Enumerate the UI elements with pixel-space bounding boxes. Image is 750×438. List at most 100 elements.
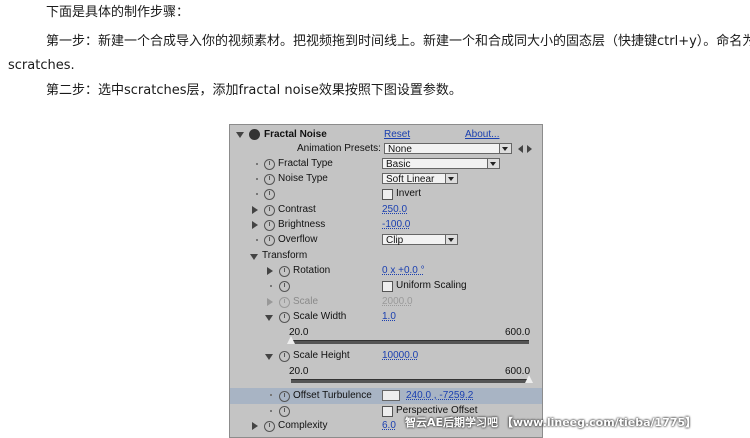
stopwatch-icon[interactable] [264,220,275,231]
scale-height-slider-thumb[interactable] [525,375,533,383]
bullet-dot [256,193,258,195]
bullet-dot [270,410,272,412]
expand-triangle-icon[interactable] [252,206,258,214]
about-link[interactable]: About... [465,129,499,140]
noise-type-row: Noise Type Soft Linear [230,172,542,187]
scale-row: Scale 2000.0 [230,295,542,310]
offset-turbulence-label: Offset Turbulence [293,390,372,401]
complexity-value[interactable]: 6.0 [382,420,396,431]
scale-height-slider-row: 20.0 600.0 [230,365,542,387]
collapse-triangle-icon[interactable] [250,254,258,260]
fx-icon[interactable] [249,129,260,140]
expand-triangle-icon[interactable] [267,298,273,306]
overflow-dropdown[interactable]: Clip [382,234,458,246]
offset-turbulence-value[interactable]: 240.0 , -7259.2 [406,390,473,401]
expand-triangle-icon[interactable] [252,422,258,430]
transform-group-row: Transform [230,249,542,264]
invert-row: Invert [230,187,542,202]
expand-triangle-icon[interactable] [267,267,273,275]
stopwatch-icon[interactable] [279,391,290,402]
presets-value: None [388,144,412,155]
scale-width-label: Scale Width [293,311,347,322]
brightness-label: Brightness [278,219,326,230]
slider-min-label: 20.0 [289,366,309,377]
animation-presets-row: Animation Presets: None [230,142,542,157]
effect-name: Fractal Noise [264,129,327,140]
fractal-type-value: Basic [386,159,411,170]
invert-checkbox[interactable] [382,189,393,200]
stopwatch-icon[interactable] [264,159,275,170]
watermark-text: 智云AE后期学习吧 【www.lineeg.com/tieba/1775】 [405,416,697,429]
stopwatch-icon[interactable] [279,406,290,417]
step-one-text-cont: scratches. [8,58,75,73]
bullet-dot [256,239,258,241]
noise-type-label: Noise Type [278,173,328,184]
overflow-row: Overflow Clip [230,233,542,248]
collapse-triangle-icon[interactable] [265,354,273,360]
rotation-label: Rotation [293,265,331,276]
fractal-type-dropdown[interactable]: Basic [382,158,500,170]
rotation-row: Rotation 0 x +0.0 ° [230,264,542,279]
stopwatch-icon[interactable] [279,297,290,308]
reset-link[interactable]: Reset [384,129,410,140]
bullet-dot [256,178,258,180]
stopwatch-icon[interactable] [264,421,275,432]
scale-height-row: Scale Height 10000.0 [230,349,542,364]
step-two-text: 第二步：选中scratches层，添加fractal noise效果按照下图设置… [46,83,462,98]
fractal-noise-effect-panel: Fractal Noise Reset About... Animation P… [229,124,543,438]
contrast-label: Contrast [278,204,316,215]
fractal-type-label: Fractal Type [278,158,333,169]
overflow-value: Clip [386,235,404,246]
stopwatch-icon[interactable] [264,235,275,246]
uniform-scaling-checkbox[interactable] [382,281,393,292]
overflow-label: Overflow [278,234,318,245]
scale-height-slider-track[interactable] [291,379,529,383]
scale-width-slider-row: 20.0 600.0 [230,326,542,348]
crosshair-point-icon[interactable] [382,390,400,401]
collapse-triangle-icon[interactable] [236,132,244,138]
stopwatch-icon[interactable] [279,351,290,362]
scale-height-label: Scale Height [293,350,350,361]
presets-label: Animation Presets: [297,143,381,154]
invert-label: Invert [396,188,422,199]
brightness-value[interactable]: -100.0 [382,219,410,230]
bullet-dot [270,394,272,396]
collapse-triangle-icon[interactable] [265,315,273,321]
chevron-down-icon [487,159,499,168]
next-preset-icon[interactable] [527,145,532,153]
scale-width-slider-track[interactable] [291,340,529,344]
expand-triangle-icon[interactable] [252,221,258,229]
chevron-down-icon [499,144,511,153]
prev-preset-icon[interactable] [518,145,523,153]
transform-label: Transform [262,250,308,261]
uniform-scaling-row: Uniform Scaling [230,279,542,294]
effect-header: Fractal Noise Reset About... [230,127,542,142]
noise-type-dropdown[interactable]: Soft Linear [382,173,458,185]
scale-width-row: Scale Width 1.0 [230,310,542,325]
offset-turbulence-row: Offset Turbulence 240.0 , -7259.2 [230,388,542,404]
uniform-scaling-label: Uniform Scaling [396,280,467,291]
stopwatch-icon[interactable] [279,312,290,323]
stopwatch-icon[interactable] [279,281,290,292]
chevron-down-icon [445,235,457,244]
perspective-offset-checkbox[interactable] [382,406,393,417]
scale-height-value[interactable]: 10000.0 [382,350,418,361]
step-one-text: 第一步：新建一个合成导入你的视频素材。把视频拖到时间线上。新建一个和合成同大小的… [46,34,750,49]
scale-width-value[interactable]: 1.0 [382,311,396,322]
brightness-row: Brightness -100.0 [230,218,542,233]
chevron-down-icon [445,174,457,183]
stopwatch-icon[interactable] [264,189,275,200]
bullet-dot [256,163,258,165]
stopwatch-icon[interactable] [264,174,275,185]
scale-width-slider-thumb[interactable] [287,336,295,344]
slider-max-label: 600.0 [505,327,531,338]
stopwatch-icon[interactable] [264,205,275,216]
bullet-dot [270,285,272,287]
noise-type-value: Soft Linear [386,174,435,185]
scale-label: Scale [293,296,319,307]
complexity-label: Complexity [278,420,328,431]
presets-dropdown[interactable]: None [384,143,512,155]
rotation-value[interactable]: 0 x +0.0 ° [382,265,425,276]
stopwatch-icon[interactable] [279,266,290,277]
contrast-value[interactable]: 250.0 [382,204,407,215]
